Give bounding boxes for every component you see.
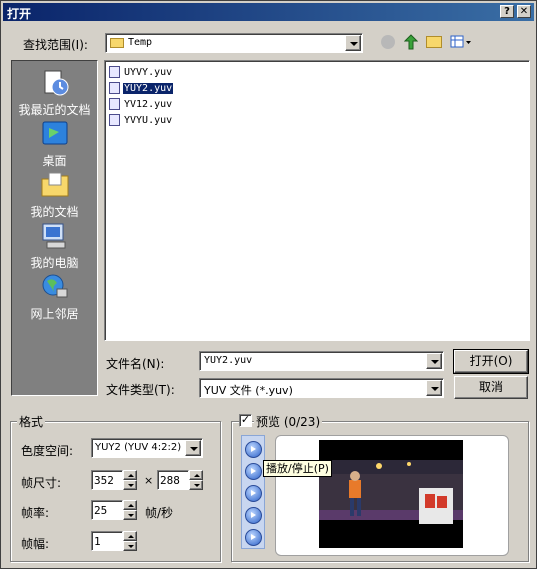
last-frame-icon[interactable]: [245, 529, 262, 546]
rate-unit: 帧/秒: [145, 506, 174, 520]
view-menu-icon[interactable]: [450, 35, 472, 49]
format-group-label: 格式: [17, 413, 46, 430]
play-icon[interactable]: [245, 441, 262, 458]
list-item[interactable]: YV12.yuv: [109, 98, 173, 112]
rate-input[interactable]: 25: [91, 500, 123, 520]
close-button[interactable]: ✕: [517, 5, 531, 18]
height-input[interactable]: 288: [157, 470, 189, 490]
frame-count-label: 帧幅:: [21, 537, 50, 551]
folder-icon: [110, 38, 124, 48]
lookin-combo[interactable]: Temp: [105, 33, 363, 53]
filename-dropdown-arrow[interactable]: [426, 353, 442, 369]
desktop-icon: [42, 121, 67, 145]
open-dialog: 打开 ? ✕ 查找范围(I): Temp 我最近的文档 桌面 我的文档 我的电脑…: [0, 0, 537, 569]
place-recent-documents[interactable]: 我最近的文档: [12, 67, 97, 118]
place-label: 我的电脑: [30, 256, 79, 270]
filename-label: 文件名(N):: [106, 357, 165, 371]
place-label: 我最近的文档: [18, 103, 91, 117]
video-thumbnail: [319, 440, 463, 548]
list-item[interactable]: YUY2.yuv: [109, 82, 175, 96]
rate-stepper[interactable]: 25: [91, 500, 137, 520]
colorspace-select[interactable]: YUY2 (YUV 4:2:2): [91, 438, 203, 458]
yuv-file-icon: [109, 82, 120, 94]
filetype-label: 文件类型(T):: [106, 383, 175, 397]
colorspace-label: 色度空间:: [21, 444, 74, 458]
lookin-label: 查找范围(I):: [23, 38, 88, 52]
places-bar: 我最近的文档 桌面 我的文档 我的电脑 网上邻居: [11, 60, 98, 396]
frames-down-button[interactable]: [123, 541, 137, 551]
colorspace-value: YUY2 (YUV 4:2:2): [95, 442, 182, 453]
lookin-dropdown-arrow[interactable]: [345, 35, 361, 51]
preview-label: 预览 (0/23): [254, 413, 323, 430]
previous-frame-icon[interactable]: [245, 485, 262, 502]
place-desktop[interactable]: 桌面: [12, 118, 97, 169]
window-title: 打开: [7, 7, 32, 21]
new-folder-icon[interactable]: [426, 36, 442, 48]
place-label: 网上邻居: [30, 307, 79, 321]
recent-documents-icon: [44, 70, 68, 96]
height-stepper[interactable]: 288: [157, 470, 203, 490]
file-list[interactable]: UYVY.yuv YUY2.yuv YV12.yuv YVYU.yuv: [104, 60, 530, 341]
cancel-button[interactable]: 取消: [454, 376, 528, 399]
yuv-file-icon: [109, 98, 120, 110]
place-my-documents[interactable]: 我的文档: [12, 169, 97, 220]
frames-up-button[interactable]: [123, 531, 137, 541]
frame-rate-label: 帧率:: [21, 506, 50, 520]
help-button[interactable]: ?: [500, 5, 514, 18]
back-icon[interactable]: [381, 35, 395, 49]
height-up-button[interactable]: [189, 470, 203, 480]
next-frame-icon[interactable]: [245, 507, 262, 524]
my-documents-icon: [41, 172, 68, 197]
preview-video-frame: [319, 440, 463, 548]
network-places-icon: [42, 274, 67, 298]
colorspace-dropdown-arrow[interactable]: [185, 440, 201, 456]
filename-input[interactable]: YUY2.yuv: [199, 351, 444, 371]
yuv-file-icon: [109, 66, 120, 78]
list-item[interactable]: UYVY.yuv: [109, 66, 173, 80]
open-button[interactable]: 打开(O): [453, 349, 529, 374]
place-network[interactable]: 网上邻居: [12, 271, 97, 322]
lookin-value: Temp: [128, 37, 153, 48]
place-label: 我的文档: [30, 205, 79, 219]
place-label: 桌面: [42, 154, 67, 168]
times-sign: ×: [144, 474, 154, 487]
filetype-select[interactable]: YUV 文件 (*.yuv): [199, 378, 444, 398]
rate-up-button[interactable]: [123, 500, 137, 510]
yuv-file-icon: [109, 114, 120, 126]
width-down-button[interactable]: [123, 480, 137, 490]
list-item[interactable]: YVYU.yuv: [109, 114, 173, 128]
height-down-button[interactable]: [189, 480, 203, 490]
filetype-dropdown-arrow[interactable]: [426, 380, 442, 396]
preview-checkbox[interactable]: ✓: [239, 414, 252, 427]
filetype-value: YUV 文件 (*.yuv): [204, 384, 293, 397]
frames-input[interactable]: 1: [91, 531, 123, 551]
rate-down-button[interactable]: [123, 510, 137, 520]
filename-value: YUY2.yuv: [204, 355, 253, 366]
up-folder-icon[interactable]: [403, 34, 419, 50]
place-my-computer[interactable]: 我的电脑: [12, 220, 97, 271]
my-computer-icon: [42, 223, 65, 249]
play-stop-icon[interactable]: [245, 463, 262, 480]
frame-size-label: 帧尺寸:: [21, 476, 62, 490]
width-stepper[interactable]: 352: [91, 470, 137, 490]
width-up-button[interactable]: [123, 470, 137, 480]
frames-stepper[interactable]: 1: [91, 531, 137, 551]
play-stop-tooltip: 播放/停止(P): [263, 460, 332, 477]
width-input[interactable]: 352: [91, 470, 123, 490]
title-bar[interactable]: 打开 ? ✕: [3, 3, 534, 21]
